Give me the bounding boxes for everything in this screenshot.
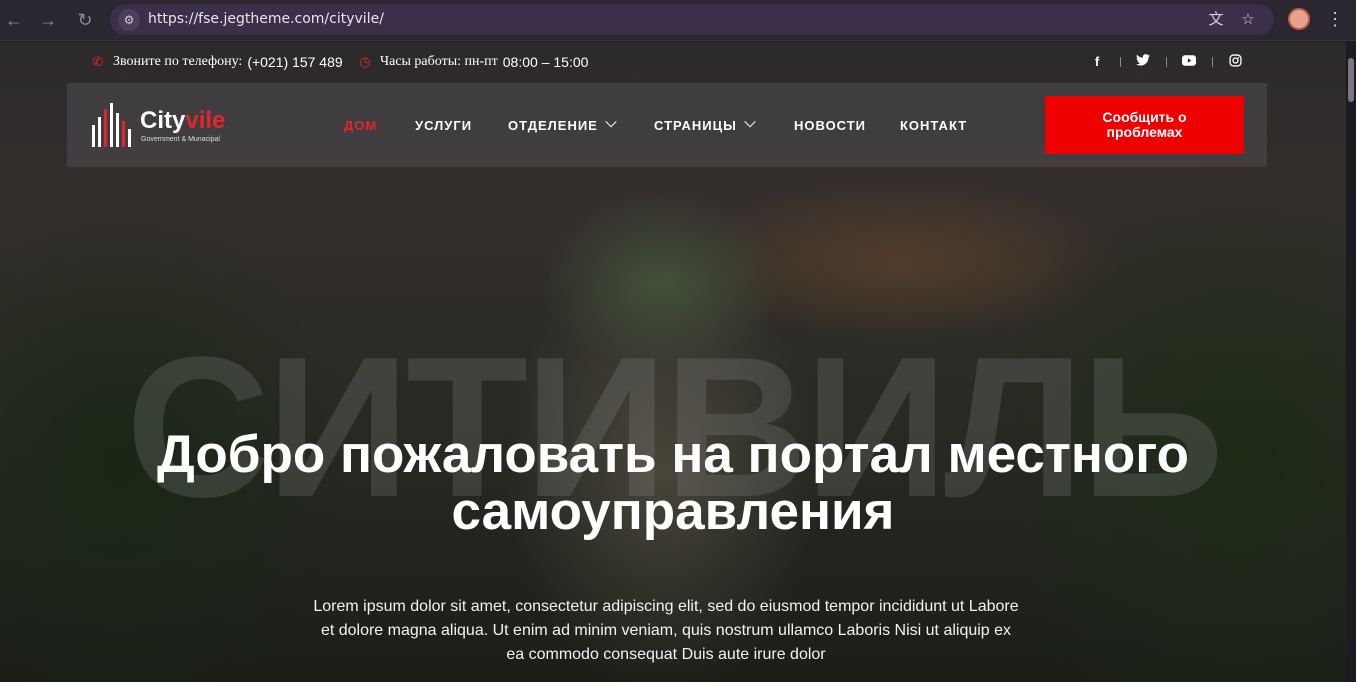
star-icon[interactable]: ☆ — [1238, 10, 1258, 30]
nav-pages-label: СТРАНИЦЫ — [654, 118, 737, 133]
back-icon[interactable]: ← — [2, 8, 26, 32]
logo-text[interactable]: Cityvile — [140, 107, 225, 135]
chevron-down-icon — [744, 115, 756, 127]
site-header: Cityvile Government & Munacipal ДОМ УСЛУ… — [67, 83, 1267, 167]
hero-text-line-1: Lorem ipsum dolor sit amet, consectetur … — [313, 598, 1019, 615]
hero-title-line-2: самоуправления — [451, 482, 895, 541]
nav-department-label: ОТДЕЛЕНИЕ — [508, 118, 598, 133]
logo-name-main: City — [140, 107, 186, 134]
profile-avatar[interactable] — [1288, 8, 1310, 30]
hero-text-line-3: ea commodo consequat Duis aute irure dol… — [506, 646, 826, 663]
browser-toolbar: ← → ↻ ⚙ https://fse.jegtheme.com/cityvil… — [0, 0, 1356, 41]
logo-subtitle: Government & Munacipal — [141, 136, 220, 143]
nav-news-label: НОВОСТИ — [794, 118, 867, 133]
page-viewport: ✆ Звоните по телефону: (+021) 157 489 ◷ … — [0, 42, 1346, 682]
chevron-down-icon — [605, 115, 617, 127]
youtube-icon[interactable] — [1181, 54, 1197, 70]
hours-info: ◷ Часы работы: пн-пт 08:00 – 15:00 — [358, 54, 588, 70]
facebook-icon[interactable]: f — [1089, 54, 1105, 70]
hero-title-line-1: Добро пожаловать на портал местного — [157, 425, 1189, 484]
forward-icon[interactable]: → — [36, 8, 60, 32]
clock-icon: ◷ — [359, 54, 371, 69]
hero-text-line-2: et dolore magna aliqua. Ut enim ad minim… — [320, 622, 1012, 639]
address-bar[interactable]: ⚙ https://fse.jegtheme.com/cityvile/ 文 ☆ — [110, 4, 1274, 35]
nav-pages[interactable]: СТРАНИЦЫ — [654, 115, 756, 133]
report-problem-button[interactable]: Сообщить о проблемах — [1045, 96, 1244, 154]
nav-home[interactable]: ДОМ — [344, 118, 377, 133]
social-divider — [1212, 57, 1213, 67]
logo-icon[interactable] — [92, 103, 132, 147]
scrollbar-thumb[interactable] — [1348, 58, 1354, 102]
twitter-icon[interactable] — [1135, 54, 1151, 70]
hours-value: 08:00 – 15:00 — [502, 54, 589, 70]
translate-icon[interactable]: 文 — [1206, 10, 1226, 30]
url-text[interactable]: https://fse.jegtheme.com/cityvile/ — [148, 11, 384, 27]
phone-value[interactable]: (+021) 157 489 — [247, 54, 342, 70]
nav-services-label: УСЛУГИ — [415, 118, 473, 133]
instagram-icon[interactable] — [1227, 54, 1243, 70]
nav-home-label: ДОМ — [344, 118, 378, 133]
hours-label: Часы работы: пн-пт — [380, 54, 498, 69]
nav-news[interactable]: НОВОСТИ — [794, 118, 866, 133]
phone-label: Звоните по телефону: — [113, 54, 243, 69]
hero-title: Добро пожаловать на портал местного само… — [60, 426, 1286, 540]
phone-info: ✆ Звоните по телефону: (+021) 157 489 — [91, 54, 343, 70]
nav-department[interactable]: ОТДЕЛЕНИЕ — [508, 115, 617, 133]
menu-icon[interactable]: ⋮ — [1326, 8, 1344, 32]
social-divider — [1166, 57, 1167, 67]
logo-name-accent: vile — [185, 107, 226, 134]
nav-contact-label: КОНТАКТ — [900, 118, 968, 133]
nav-contact[interactable]: КОНТАКТ — [900, 118, 967, 133]
social-divider — [1120, 57, 1121, 67]
nav-services[interactable]: УСЛУГИ — [415, 118, 472, 133]
hero-description: Lorem ipsum dolor sit amet, consectetur … — [300, 595, 1032, 667]
page-scrollbar[interactable] — [1346, 42, 1356, 682]
site-info-icon[interactable]: ⚙ — [118, 9, 140, 31]
reload-icon[interactable]: ↻ — [73, 8, 97, 32]
phone-icon: ✆ — [92, 54, 104, 69]
